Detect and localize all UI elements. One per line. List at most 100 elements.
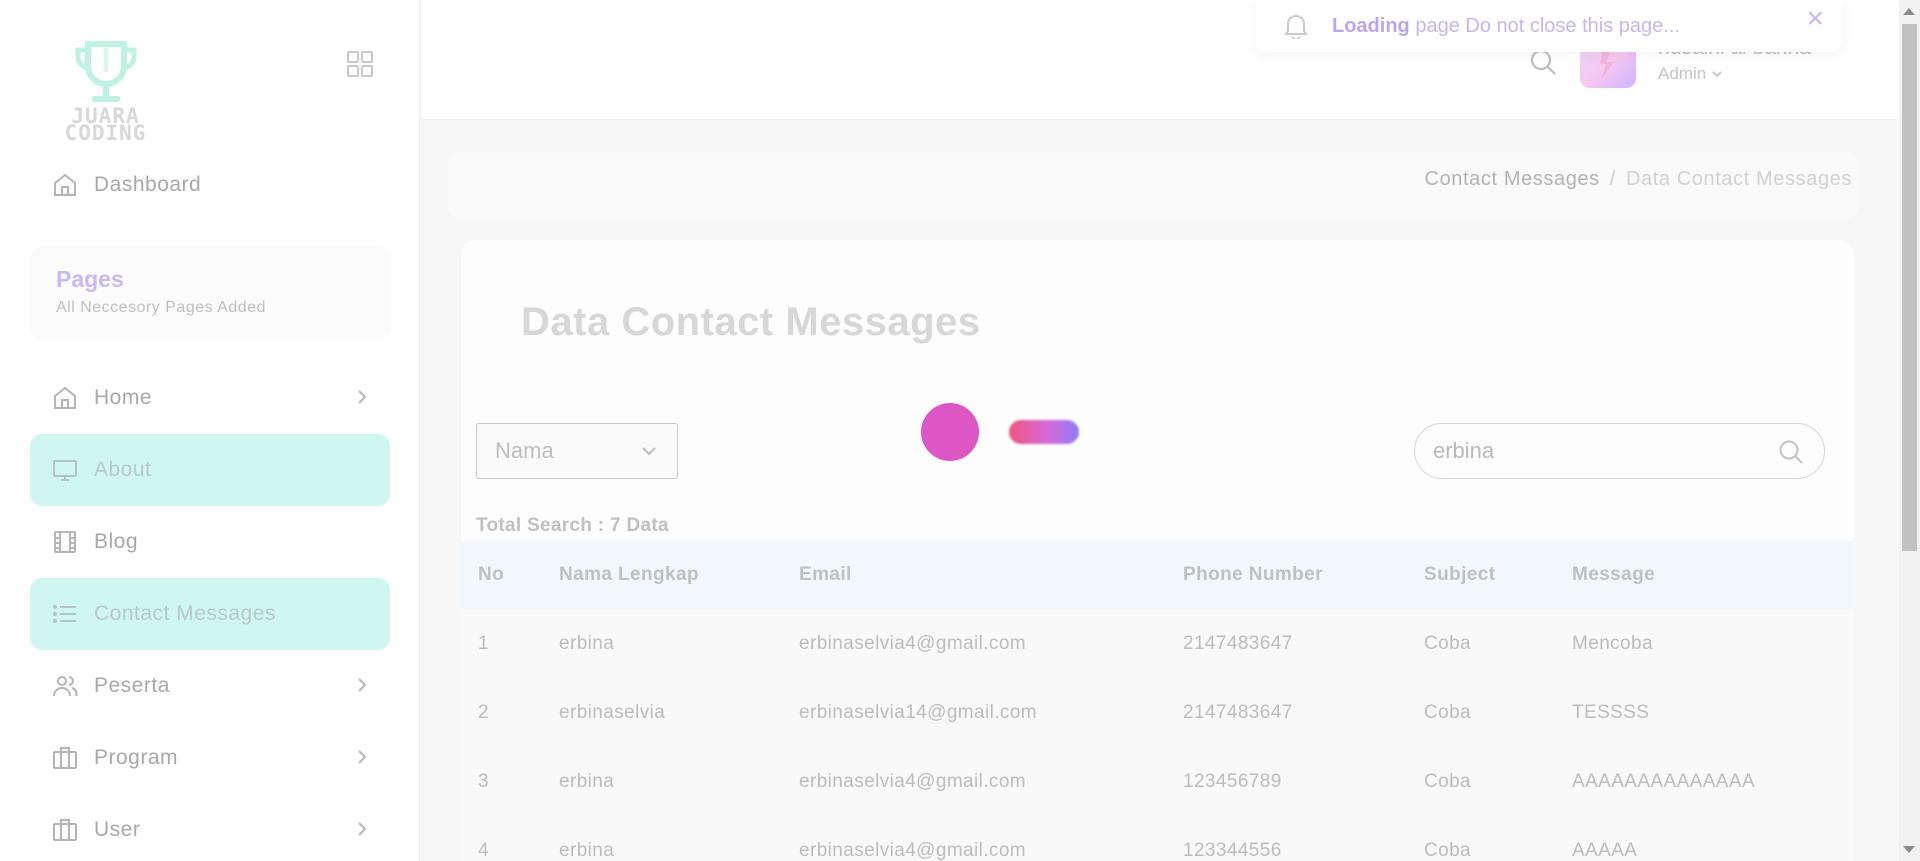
search-icon[interactable]: [1778, 439, 1804, 465]
sidebar-item-home[interactable]: Home: [30, 362, 390, 434]
filter-select[interactable]: Nama: [476, 423, 678, 479]
cell-message: AAAAAAAAAAAAAA: [1572, 770, 1756, 792]
cell-email: erbinaselvia14@gmail.com: [799, 701, 1037, 723]
chevron-right-icon: [358, 750, 367, 764]
scrollbar-thumb[interactable]: [1902, 24, 1917, 551]
total-search-label: Total Search : 7 Data: [476, 515, 669, 536]
loading-notification: Loading page Do not close this page... ×: [1256, 0, 1842, 52]
cell-subject: Coba: [1424, 701, 1472, 723]
cell-phone: 2147483647: [1183, 632, 1293, 654]
table-row[interactable]: 1 erbina erbinaselvia4@gmail.com 2147483…: [461, 609, 1854, 678]
sidebar-item-label: User: [94, 818, 141, 841]
user-role-dropdown[interactable]: Admin: [1658, 64, 1723, 84]
bell-icon: [1284, 15, 1308, 39]
sidebar-item-program[interactable]: Program: [30, 722, 390, 794]
sidebar-item-label: Dashboard: [94, 173, 202, 196]
sidebar-menu: Home About Blog Contact Messages Peserta…: [30, 362, 390, 861]
table-header: No Nama Lengkap Email Phone Number Subje…: [461, 541, 1854, 609]
cell-phone: 123456789: [1183, 770, 1282, 792]
cell-message: AAAAA: [1572, 839, 1638, 861]
logo-text-line2: CODING: [64, 121, 147, 145]
cell-phone: 123344556: [1183, 839, 1282, 861]
cell-no: 3: [478, 770, 489, 792]
header-email[interactable]: Email: [799, 564, 1183, 586]
sidebar-item-label: Peserta: [94, 674, 170, 697]
header-phone-number[interactable]: Phone Number: [1183, 564, 1424, 586]
search-icon[interactable]: [1529, 48, 1557, 81]
main-card: Data Contact Messages Nama erbina Total …: [461, 240, 1854, 861]
scroll-down-arrow-icon[interactable]: [1903, 846, 1915, 853]
logo[interactable]: JUARA CODING: [48, 38, 163, 145]
search-input[interactable]: erbina: [1414, 423, 1825, 479]
header-subject[interactable]: Subject: [1424, 564, 1572, 586]
header-message[interactable]: Message: [1572, 564, 1854, 586]
home-icon: [54, 173, 76, 196]
chevron-right-icon: [358, 678, 367, 692]
cell-name: erbinaselvia: [559, 701, 666, 723]
header-no[interactable]: No: [461, 564, 559, 586]
cell-email: erbinaselvia4@gmail.com: [799, 770, 1027, 792]
sidebar-item-dashboard[interactable]: Dashboard: [52, 172, 201, 198]
cell-message: TESSSS: [1572, 701, 1650, 723]
sidebar-item-contact-messages[interactable]: Contact Messages: [30, 578, 390, 650]
sidebar-item-about[interactable]: About: [30, 434, 390, 506]
breadcrumb-separator: /: [1609, 168, 1616, 190]
cell-name: erbina: [559, 839, 615, 861]
film-icon: [54, 531, 76, 553]
scroll-up-arrow-icon[interactable]: [1903, 8, 1915, 15]
page-title: Data Contact Messages: [521, 300, 981, 344]
sidebar: JUARA CODING Dashboard Pages All Necceso…: [0, 0, 420, 861]
user-role-label: Admin: [1658, 64, 1707, 83]
breadcrumb: Contact Messages / Data Contact Messages: [448, 152, 1858, 218]
sidebar-item-label: Blog: [94, 530, 139, 553]
sidebar-item-blog[interactable]: Blog: [30, 506, 390, 578]
header-nama-lengkap[interactable]: Nama Lengkap: [559, 564, 799, 586]
trophy-icon: [75, 41, 137, 102]
close-icon[interactable]: ×: [1806, 2, 1824, 36]
cell-message: Mencoba: [1572, 632, 1653, 654]
cell-email: erbinaselvia4@gmail.com: [799, 839, 1027, 861]
pages-title: Pages: [56, 266, 124, 292]
chevron-right-icon: [358, 822, 367, 836]
sidebar-item-label: Contact Messages: [94, 602, 276, 625]
pages-section: Pages All Neccesory Pages Added: [30, 246, 390, 340]
messages-table: No Nama Lengkap Email Phone Number Subje…: [461, 541, 1854, 861]
sidebar-item-peserta[interactable]: Peserta: [30, 650, 390, 722]
breadcrumb-parent[interactable]: Contact Messages: [1425, 168, 1600, 190]
briefcase-icon: [53, 819, 77, 841]
page-scrollbar[interactable]: [1899, 0, 1920, 861]
briefcase-icon: [53, 747, 77, 769]
home-icon: [54, 386, 76, 409]
chevron-down-icon: [642, 447, 656, 456]
list-icon: [53, 605, 76, 623]
users-icon: [53, 676, 78, 697]
monitor-icon: [53, 460, 77, 481]
cell-subject: Coba: [1424, 632, 1472, 654]
chevron-down-icon: [1712, 71, 1722, 78]
cell-subject: Coba: [1424, 770, 1472, 792]
sidebar-item-label: Home: [94, 386, 153, 409]
cell-name: erbina: [559, 632, 615, 654]
cell-subject: Coba: [1424, 839, 1472, 861]
table-row[interactable]: 2 erbinaselvia erbinaselvia14@gmail.com …: [461, 678, 1854, 747]
cell-no: 2: [478, 701, 489, 723]
pages-subtitle: All Neccesory Pages Added: [56, 299, 266, 316]
filter-select-value: Nama: [495, 438, 554, 463]
grid-icon[interactable]: [346, 50, 374, 78]
breadcrumb-current: Data Contact Messages: [1625, 168, 1852, 190]
loading-spinner-bar: [1009, 420, 1079, 444]
table-row[interactable]: 3 erbina erbinaselvia4@gmail.com 1234567…: [461, 747, 1854, 816]
sidebar-item-label: About: [94, 458, 152, 481]
sidebar-item-label: Program: [94, 746, 179, 769]
search-input-value: erbina: [1433, 438, 1495, 463]
cell-email: erbinaselvia4@gmail.com: [799, 632, 1027, 654]
cell-no: 1: [478, 632, 489, 654]
loading-spinner-ball: [921, 403, 979, 461]
cell-phone: 2147483647: [1183, 701, 1293, 723]
notification-text: Loading page Do not close this page...: [1332, 14, 1680, 37]
chevron-right-icon: [358, 390, 367, 404]
cell-no: 4: [478, 839, 489, 861]
cell-name: erbina: [559, 770, 615, 792]
sidebar-item-user[interactable]: User: [30, 794, 390, 861]
table-row[interactable]: 4 erbina erbinaselvia4@gmail.com 1233445…: [461, 816, 1854, 861]
